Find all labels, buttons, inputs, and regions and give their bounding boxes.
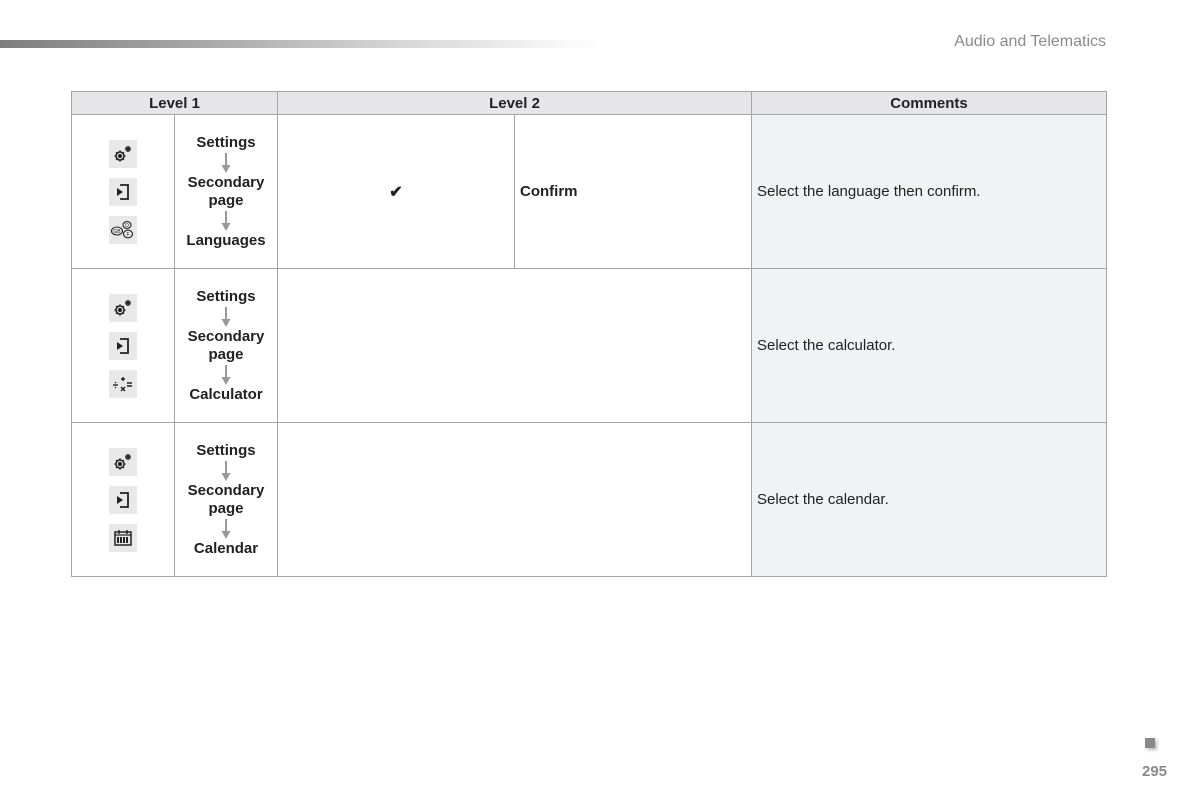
settings-icon[interactable] <box>109 447 137 476</box>
level2-cell: Confirm <box>514 114 752 269</box>
icon-cell: GB D F <box>71 114 175 269</box>
languages-icon[interactable]: GB D F <box>109 215 137 244</box>
level2-cell-empty <box>277 422 752 577</box>
settings-icon[interactable] <box>109 293 137 322</box>
level1-path-cell: Settings Secondary page Calendar <box>174 422 278 577</box>
confirm-label: Confirm <box>520 182 578 200</box>
path-item-calculator: Calculator <box>189 385 263 403</box>
svg-text:GB: GB <box>113 229 121 235</box>
path-item-secondary-page: Secondary page <box>187 173 265 209</box>
svg-text:F: F <box>126 232 129 238</box>
secondary-page-icon[interactable] <box>109 331 137 360</box>
page-marker <box>1145 738 1155 748</box>
icon-cell <box>71 422 175 577</box>
column-header-level2: Level 2 <box>277 91 752 115</box>
level1-path-cell: Settings Secondary page Languages <box>174 114 278 269</box>
comment-cell: Select the language then confirm. <box>751 114 1107 269</box>
path-item-settings: Settings <box>196 287 256 305</box>
path-item-languages: Languages <box>186 231 266 249</box>
down-arrow-icon <box>221 306 231 328</box>
settings-icon[interactable] <box>109 139 137 168</box>
column-header-comments: Comments <box>751 91 1107 115</box>
table-row-languages: GB D F Settings Secondary page Languages ✔… <box>71 114 1107 269</box>
checkmark-icon: ✔ <box>389 183 403 201</box>
comment-cell: Select the calendar. <box>751 422 1107 577</box>
icon-cell <box>71 268 175 423</box>
path-item-settings: Settings <box>196 441 256 459</box>
path-item-secondary-page: Secondary page <box>187 327 265 363</box>
path-item-settings: Settings <box>196 133 256 151</box>
level2-cell-empty <box>277 268 752 423</box>
page-number: 295 <box>1142 763 1168 780</box>
down-arrow-icon <box>221 518 231 540</box>
calculator-icon[interactable] <box>109 369 137 398</box>
section-title: Audio and Telematics <box>954 33 1106 50</box>
secondary-page-icon[interactable] <box>109 177 137 206</box>
svg-text:D: D <box>125 223 129 229</box>
menu-table: Level 1 Level 2 Comments GB D F Settings… <box>71 91 1107 577</box>
table-row-calendar: Settings Secondary page Calendar Select … <box>71 422 1107 577</box>
down-arrow-icon <box>221 152 231 174</box>
down-arrow-icon <box>221 460 231 482</box>
down-arrow-icon <box>221 210 231 232</box>
calendar-icon[interactable] <box>109 523 137 552</box>
table-header-row: Level 1 Level 2 Comments <box>71 91 1107 115</box>
header-gradient-bar <box>0 40 600 48</box>
table-row-calculator: Settings Secondary page Calculator Selec… <box>71 268 1107 423</box>
check-cell: ✔ <box>277 114 515 269</box>
path-item-secondary-page: Secondary page <box>187 481 265 517</box>
comment-cell: Select the calculator. <box>751 268 1107 423</box>
column-header-level1: Level 1 <box>71 91 278 115</box>
path-item-calendar: Calendar <box>193 539 259 557</box>
secondary-page-icon[interactable] <box>109 485 137 514</box>
level1-path-cell: Settings Secondary page Calculator <box>174 268 278 423</box>
down-arrow-icon <box>221 364 231 386</box>
